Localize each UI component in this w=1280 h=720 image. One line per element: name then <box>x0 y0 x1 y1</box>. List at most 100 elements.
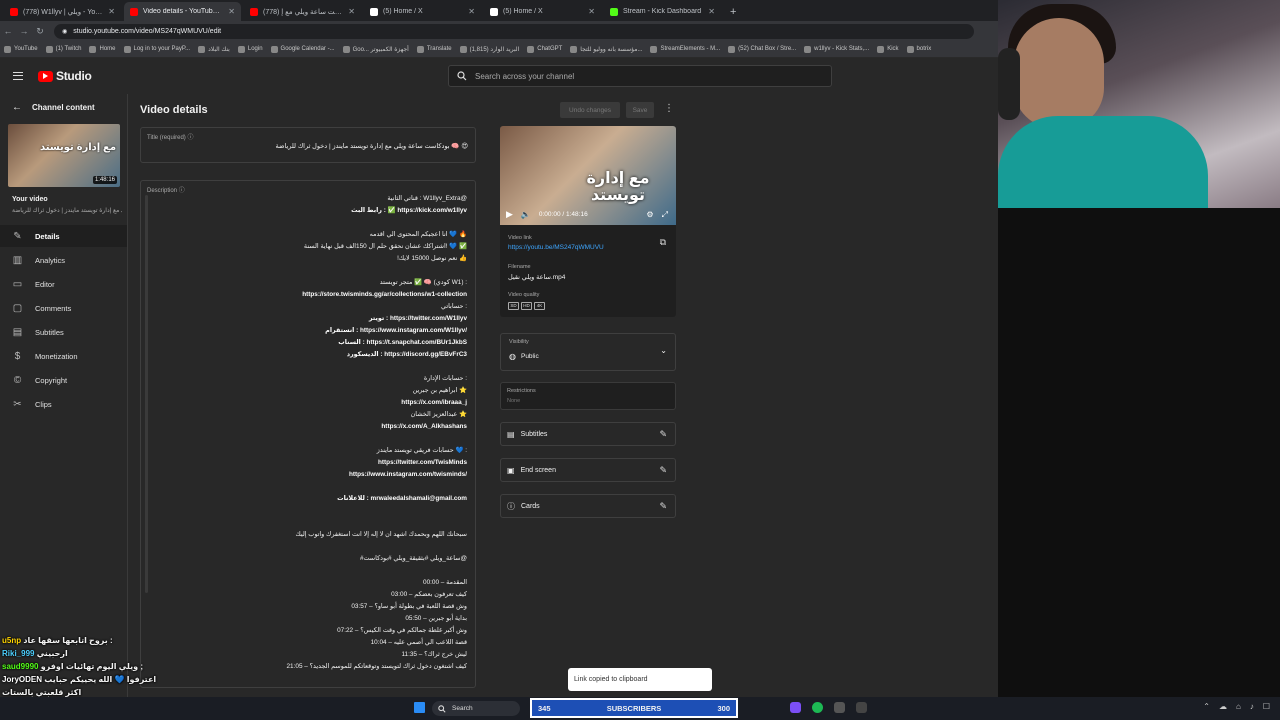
forward-arrow-icon[interactable]: → <box>16 26 32 36</box>
description-line: 03:00 – كيف تعرفون بعضكم <box>391 591 467 598</box>
bookmark-item[interactable]: YouTube <box>4 45 38 53</box>
description-line: 00:00 – المقدمة <box>423 579 467 586</box>
description-line: 07:22 – وش أكبر غلطة جمالكم في وقت الكيس… <box>337 627 467 634</box>
discord-icon[interactable] <box>790 702 801 713</box>
subtitles-option[interactable]: ▤ Subtitles ✎ <box>500 422 676 446</box>
more-options-icon[interactable]: ⋮ <box>664 103 674 114</box>
browser-tab[interactable]: (5) Home / X ✕ <box>484 2 601 21</box>
volume-icon[interactable]: ♪ <box>1250 702 1254 711</box>
bookmark-label: Home <box>99 46 116 52</box>
description-text: قناتي الثانية : W1llyv_Extra@ رابط البث :… <box>147 193 468 673</box>
scissors-icon: ✂ <box>13 398 22 410</box>
comments-icon: ▢ <box>12 302 23 314</box>
chevron-up-icon[interactable]: ⌃ <box>1203 702 1210 711</box>
bookmark-item[interactable]: مؤسسة بانه ووليو للتجا... <box>570 45 642 53</box>
url-field[interactable]: ◉ studio.youtube.com/video/MS247qWMUVU/e… <box>54 23 974 39</box>
browser-tab[interactable]: (778) بودكاست ساعة ويلي مع إ... ✕ <box>244 2 361 21</box>
bookmark-item[interactable]: w1llyv - Kick Stats,... <box>804 45 870 53</box>
sidebar-item-details[interactable]: ✎ Details <box>0 225 127 247</box>
taskbar-search[interactable]: Search <box>432 701 520 716</box>
bookmark-favicon-icon <box>728 45 736 53</box>
title-label: Title (required) ⓘ <box>147 135 194 141</box>
network-icon[interactable]: ⌂ <box>1236 702 1241 711</box>
app-icon[interactable] <box>834 702 845 713</box>
sidebar-item-monetization[interactable]: $ Monetization <box>0 345 127 367</box>
play-icon[interactable]: ▶ <box>506 209 513 220</box>
undo-changes-button[interactable]: Undo changes <box>560 102 620 118</box>
sidebar-item-label: Editor <box>35 279 55 289</box>
close-icon[interactable]: ✕ <box>708 7 715 16</box>
close-icon[interactable]: ✕ <box>468 7 475 16</box>
copy-icon[interactable]: ⧉ <box>660 237 666 248</box>
bookmark-favicon-icon <box>570 45 578 53</box>
notification-icon[interactable]: ☐ <box>1263 702 1270 711</box>
close-icon[interactable]: ✕ <box>228 7 235 16</box>
bookmark-item[interactable]: Log in to your PayP... <box>123 45 190 53</box>
sidebar-item-label: Monetization <box>35 351 78 361</box>
back-arrow-icon[interactable]: ← <box>0 26 16 36</box>
app-icon[interactable] <box>856 702 867 713</box>
video-thumbnail[interactable]: مع إدارة تويستد 1:48:16 <box>8 124 120 187</box>
video-preview[interactable]: مع إدارة تويستد ▶ 🔈 0:00:00 / 1:48:16 ⚙ … <box>500 126 676 225</box>
browser-tab[interactable]: Stream - Kick Dashboard ✕ <box>604 2 721 21</box>
bookmark-item[interactable]: StreamElements - M... <box>650 45 720 53</box>
bookmark-item[interactable]: ChatGPT <box>527 45 562 53</box>
description-line: تويتر : https://twitter.com/W1llyv <box>368 315 467 322</box>
browser-tab[interactable]: (5) Home / X ✕ <box>364 2 481 21</box>
description-field[interactable]: Description ⓘ قناتي الثانية : W1llyv_Ext… <box>140 180 476 688</box>
spotify-icon[interactable] <box>812 702 823 713</box>
webcam-overlay <box>998 0 1280 208</box>
bookmark-item[interactable]: Home <box>89 45 116 53</box>
tab-title: (778) W1llyv | ويلي - YouTube <box>23 8 104 16</box>
volume-icon[interactable]: 🔈 <box>521 210 531 219</box>
bookmark-item[interactable]: Google Calendar -... <box>270 45 335 53</box>
bookmark-item[interactable]: (1) Twitch <box>45 45 81 53</box>
title-field[interactable]: Title (required) ⓘ بودكاست ساعة ويلي مع … <box>140 127 476 163</box>
bookmark-item[interactable]: Translate <box>416 45 452 53</box>
menu-icon[interactable] <box>13 72 23 80</box>
windows-start-icon[interactable] <box>414 702 425 713</box>
sidebar-item-editor[interactable]: ▭ Editor <box>0 273 127 295</box>
bookmark-item[interactable]: (52) Chat Box / Stre... <box>728 45 796 53</box>
edit-pencil-icon[interactable]: ✎ <box>659 501 667 512</box>
visibility-select[interactable]: Visibility ◍ Public ⌄ <box>500 333 676 371</box>
save-button[interactable]: Save <box>626 102 654 118</box>
help-icon[interactable]: ⓘ <box>187 135 193 141</box>
sidebar-item-comments[interactable]: ▢ Comments <box>0 297 127 319</box>
channel-content-back-link[interactable]: ← Channel content <box>12 102 95 113</box>
description-line <box>147 505 467 517</box>
new-tab-button[interactable]: + <box>724 6 742 21</box>
channel-search-input[interactable]: Search across your channel <box>448 65 832 87</box>
reload-icon[interactable]: ↻ <box>32 26 48 37</box>
bookmark-item[interactable]: Login <box>237 45 263 53</box>
sidebar-item-analytics[interactable]: ▥ Analytics <box>0 249 127 271</box>
description-line: 03:57 – وش قصة اللعبة في بطولة أبو ساو؟ <box>351 603 467 610</box>
edit-pencil-icon[interactable]: ✎ <box>659 429 667 440</box>
video-link[interactable]: https://youtu.be/MS247qWMUVU <box>508 244 604 251</box>
bookmark-item[interactable]: بنك البلاد <box>198 45 230 53</box>
close-icon[interactable]: ✕ <box>108 7 115 16</box>
edit-pencil-icon[interactable]: ✎ <box>659 465 667 476</box>
close-icon[interactable]: ✕ <box>348 7 355 16</box>
cloud-icon[interactable]: ☁ <box>1219 702 1227 711</box>
description-line: سبحانك اللهم وبحمدك اشهد ان لا إله إلا ا… <box>295 531 468 538</box>
cards-option[interactable]: ⓘ Cards ✎ <box>500 494 676 518</box>
bookmark-label: w1llyv - Kick Stats,... <box>814 46 870 52</box>
bookmark-item[interactable]: botrix <box>906 45 931 53</box>
fullscreen-icon[interactable]: ⤢ <box>662 210 668 220</box>
sidebar-item-clips[interactable]: ✂ Clips <box>0 393 127 415</box>
bookmark-item[interactable]: Kick <box>877 45 899 53</box>
browser-tab[interactable]: (778) W1llyv | ويلي - YouTube ✕ <box>4 2 121 21</box>
sidebar-item-subtitles[interactable]: ▤ Subtitles <box>0 321 127 343</box>
sidebar-item-copyright[interactable]: © Copyright <box>0 369 127 391</box>
description-line: حسابات الإدارة : <box>423 375 467 382</box>
end-screen-option[interactable]: ▣ End screen ✎ <box>500 458 676 482</box>
studio-logo[interactable]: Studio <box>38 69 92 83</box>
settings-gear-icon[interactable]: ⚙ <box>646 210 653 220</box>
bookmark-item[interactable]: Goo... أجهزة الكمبيوتر <box>342 45 409 53</box>
bookmark-item[interactable]: البريد الوارد (1,815) <box>459 45 519 53</box>
browser-tab[interactable]: Video details - YouTube Studio ✕ <box>124 2 241 21</box>
close-icon[interactable]: ✕ <box>588 7 595 16</box>
site-info-icon[interactable]: ◉ <box>62 28 67 35</box>
bookmark-label: YouTube <box>14 46 38 52</box>
